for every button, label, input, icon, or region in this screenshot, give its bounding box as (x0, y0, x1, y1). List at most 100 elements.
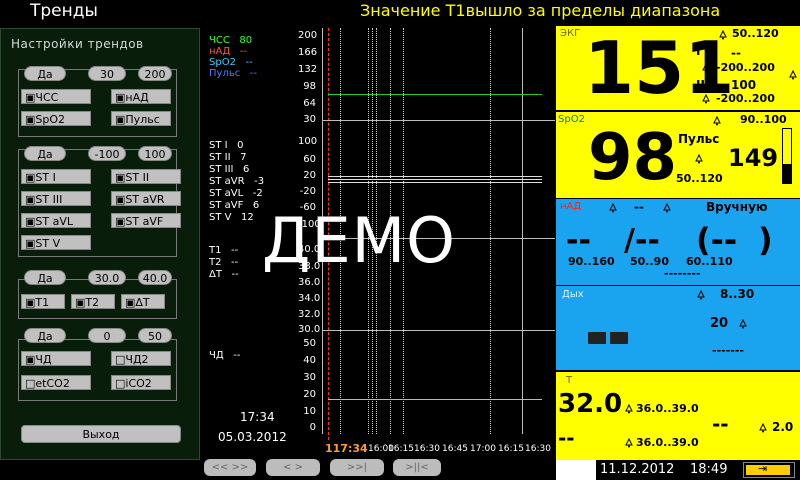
temp-label: T (566, 375, 573, 386)
pleth-bar-fill (783, 164, 791, 183)
param-label: нАД (125, 91, 149, 104)
param-hr-checkbox[interactable]: ▣ЧСС (21, 89, 91, 104)
exit-button[interactable]: Выход (21, 425, 181, 443)
nav-fit-button[interactable]: >||< (393, 459, 441, 476)
group1-min-button[interactable]: 30 (88, 66, 126, 81)
st-trace (328, 179, 542, 180)
checkbox-checked-icon: ▣ (25, 91, 36, 104)
nibp-panel[interactable]: нАД -- Вручную -- /-- (-- ) 90..160 50..… (556, 199, 800, 285)
param-st2-checkbox[interactable]: ▣ST II (111, 169, 181, 184)
group4-min-button[interactable]: 0 (88, 328, 126, 343)
param-label: ЧД2 (125, 353, 149, 366)
x-tick: 16:15 (498, 444, 524, 454)
param-st3-checkbox[interactable]: ▣ST III (21, 191, 91, 206)
time-gridline (490, 28, 491, 434)
param-nibp-checkbox[interactable]: ▣нАД (111, 89, 171, 104)
param-spo2-checkbox[interactable]: ▣SpO2 (21, 111, 91, 126)
y-tick: 36.0 (298, 277, 321, 288)
y-tick: 30.0 (298, 324, 321, 335)
legend-hr: ЧСС 80 (209, 35, 253, 46)
group4-enable-button[interactable]: Да (24, 328, 66, 343)
legend-st: ST aVL -2 (209, 188, 263, 199)
param-label: etCO2 (35, 377, 70, 390)
param-t1-checkbox[interactable]: ▣T1 (21, 294, 65, 309)
checkbox-checked-icon: ▣ (125, 296, 136, 309)
group3-max-button[interactable]: 40.0 (138, 270, 172, 285)
nibp-dia: /-- (624, 223, 660, 258)
group-frame-4 (18, 339, 177, 401)
legend-st: ST aVR -3 (209, 176, 265, 187)
checkbox-checked-icon: ▣ (115, 193, 126, 206)
spo2-panel[interactable]: SpO2 98 90..100 Пульс 149 50..120 (556, 112, 800, 198)
y-tick: -20 (299, 186, 316, 197)
param-label: iCO2 (125, 377, 152, 390)
battery-icon: ⇥ (743, 462, 795, 478)
ecg-panel[interactable]: ЭКГ 151 I II 50..120 -- -200..200 100 -2… (556, 26, 800, 110)
alarm-bell-icon (663, 203, 671, 213)
group3-min-button[interactable]: 30.0 (88, 270, 126, 285)
hr-trace (328, 94, 542, 95)
y-tick: 50 (303, 338, 316, 349)
group2-min-button[interactable]: -100 (88, 146, 126, 161)
param-stavl-checkbox[interactable]: ▣ST aVL (21, 213, 91, 228)
param-pulse-checkbox[interactable]: ▣Пульс (111, 111, 171, 126)
legend-temp: ΔT -- (209, 269, 239, 280)
legend-rr: ЧД -- (209, 350, 241, 361)
y-tick: 32.0 (298, 309, 321, 320)
y-tick: 20 (303, 170, 316, 181)
param-ico2-checkbox[interactable]: □iCO2 (111, 375, 171, 390)
param-etco2-checkbox[interactable]: □etCO2 (21, 375, 91, 390)
param-rr-checkbox[interactable]: ▣ЧД (21, 351, 91, 366)
param-stavf-checkbox[interactable]: ▣ST aVF (111, 213, 181, 228)
battery-fill (746, 465, 790, 475)
nibp-dashes: -------- (664, 267, 701, 280)
ecg-st2-range: -200..200 (716, 92, 775, 105)
group4-max-button[interactable]: 50 (138, 328, 172, 343)
group3-enable-button[interactable]: Да (24, 270, 66, 285)
resp-panel[interactable]: Дых 8..30 20 ------- (556, 286, 800, 370)
group2-max-button[interactable]: 100 (138, 146, 172, 161)
alarm-bell-icon (697, 290, 705, 300)
status-blank (556, 460, 596, 480)
param-st1-checkbox[interactable]: ▣ST I (21, 169, 91, 184)
nav-end-button[interactable]: >>| (330, 459, 384, 476)
graph-time: 17:34 (240, 410, 275, 424)
y-tick: 98 (303, 81, 316, 92)
param-stv-checkbox[interactable]: ▣ST V (21, 235, 91, 250)
temp-t2-range: 36.0..39.0 (636, 436, 699, 449)
param-rr2-checkbox[interactable]: □ЧД2 (111, 351, 171, 366)
alarm-bell-icon (609, 203, 617, 213)
settings-title: Настройки трендов (11, 37, 144, 51)
demo-watermark: ДЕМО (262, 204, 456, 277)
y-tick: 200 (298, 30, 318, 41)
checkbox-checked-icon: ▣ (25, 296, 36, 309)
cursor-time-label: 117:34 (325, 442, 368, 455)
param-label: SpO2 (35, 113, 66, 126)
nav-step-button[interactable]: < > (266, 459, 320, 476)
param-dt-checkbox[interactable]: ▣ΔT (121, 294, 165, 309)
param-label: ST I (35, 171, 56, 184)
param-label: ST V (35, 237, 61, 250)
nibp-mean: (-- (696, 221, 738, 259)
param-label: T2 (85, 296, 100, 309)
y-tick: 132 (298, 64, 318, 75)
temp-t1-range: 36.0..39.0 (636, 402, 699, 415)
legend-st: ST V 12 (209, 212, 254, 223)
group1-max-button[interactable]: 200 (138, 66, 172, 81)
trend-graph: 200 166 132 98 64 30 100 60 20 -20 -60 -… (200, 28, 555, 460)
y-tick: 34.0 (298, 293, 321, 304)
param-stavr-checkbox[interactable]: ▣ST aVR (111, 191, 181, 206)
legend-st: ST aVF 6 (209, 200, 260, 211)
y-tick: 20 (303, 389, 316, 400)
ecg-lead-1: I (696, 44, 701, 58)
param-t2-checkbox[interactable]: ▣T2 (71, 294, 115, 309)
checkbox-checked-icon: ▣ (115, 91, 126, 104)
group1-enable-button[interactable]: Да (24, 66, 66, 81)
nav-zoom-button[interactable]: << >> (204, 459, 256, 476)
group2-enable-button[interactable]: Да (24, 146, 66, 161)
ecg-label: ЭКГ (560, 28, 581, 39)
checkbox-checked-icon: ▣ (115, 171, 126, 184)
ecg-st1-value: -- (731, 46, 741, 60)
temp-panel[interactable]: T 32.0 36.0..39.0 -- 2.0 -- 36.0..39.0 (556, 372, 800, 460)
checkbox-unchecked-icon: □ (115, 353, 126, 366)
